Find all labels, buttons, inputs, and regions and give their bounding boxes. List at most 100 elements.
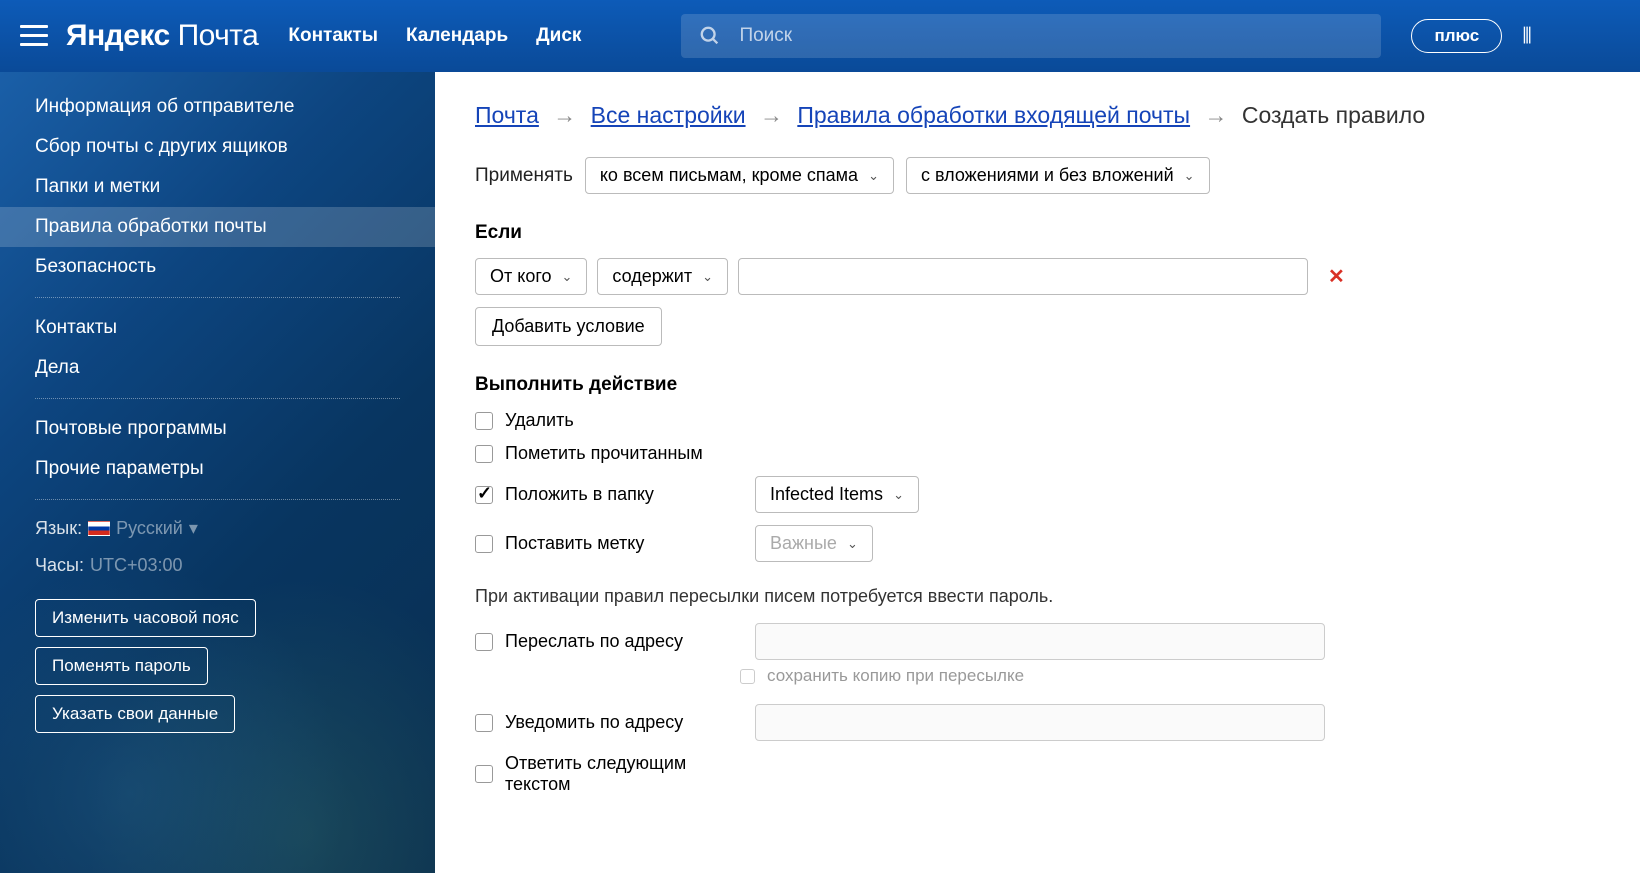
action-label-row: Поставить метку Важные ⌄ [475,525,1600,562]
main-content: Почта → Все настройки → Правила обработк… [435,72,1640,873]
chevron-down-icon: ⌄ [847,536,858,552]
condition-value-input[interactable] [738,258,1308,295]
sidebar-buttons: Изменить часовой пояс Поменять пароль Ук… [0,584,435,748]
divider [35,398,400,399]
reply-label: Ответить следующим текстом [505,753,755,795]
forward-address-input[interactable] [755,623,1325,660]
keep-copy-row: сохранить копию при пересылке [740,666,1600,686]
search-icon [699,25,721,47]
reply-checkbox[interactable] [475,765,493,783]
nav-contacts[interactable]: Контакты [288,25,378,47]
nav-calendar[interactable]: Календарь [406,25,508,47]
breadcrumb-rules[interactable]: Правила обработки входящей почты [797,102,1190,128]
move-label: Положить в папку [505,484,755,505]
header: Яндекс Почта Контакты Календарь Диск плю… [0,0,1640,72]
action-move: Положить в папку Infected Items ⌄ [475,476,1600,513]
delete-checkbox[interactable] [475,412,493,430]
clock-info: Часы: UTC+03:00 [0,547,435,584]
add-condition-button[interactable]: Добавить условие [475,307,662,346]
select-value: ко всем письмам, кроме спама [600,165,858,186]
delete-label: Удалить [505,410,755,431]
chevron-down-icon: ⌄ [702,269,713,285]
sidebar: Информация об отправителе Сбор почты с д… [0,72,435,873]
lang-label: Язык: [35,518,82,539]
services-icon[interactable]: ⦀ [1522,23,1532,49]
clock-label: Часы: [35,555,84,576]
change-password-button[interactable]: Поменять пароль [35,647,208,685]
apply-label: Применять [475,165,573,187]
label-select[interactable]: Важные ⌄ [755,525,873,562]
menu-icon[interactable] [20,25,48,47]
sidebar-item-folders[interactable]: Папки и метки [0,167,435,207]
flag-icon [88,521,110,536]
label-checkbox[interactable] [475,535,493,553]
sidebar-item-rules[interactable]: Правила обработки почты [0,207,435,247]
if-title: Если [475,222,1600,244]
nav-disk[interactable]: Диск [536,25,581,47]
forward-note: При активации правил пересылки писем пот… [475,586,1600,607]
apply-attachments-select[interactable]: с вложениями и без вложений ⌄ [906,157,1210,194]
divider [35,297,400,298]
set-personal-data-button[interactable]: Указать свои данные [35,695,235,733]
action-reply: Ответить следующим текстом [475,753,1600,795]
logo-thin: Почта [178,19,259,52]
breadcrumb-current: Создать правило [1242,102,1425,128]
sidebar-item-todo[interactable]: Дела [0,348,435,388]
condition-field-select[interactable]: От кого ⌄ [475,258,587,295]
select-value: содержит [612,266,692,287]
search-box[interactable] [681,14,1381,58]
logo[interactable]: Яндекс Почта [66,19,258,53]
select-value: От кого [490,266,552,287]
chevron-down-icon: ⌄ [1184,168,1195,184]
arrow-icon: → [553,102,576,128]
condition-row: От кого ⌄ содержит ⌄ ✕ [475,258,1600,295]
breadcrumb-settings[interactable]: Все настройки [591,102,746,128]
action-delete: Удалить [475,410,1600,431]
sidebar-item-mail-programs[interactable]: Почтовые программы [0,409,435,449]
clock-value: UTC+03:00 [90,555,183,576]
action-title: Выполнить действие [475,374,1600,396]
plus-button[interactable]: плюс [1411,19,1502,53]
sidebar-item-collect[interactable]: Сбор почты с других ящиков [0,127,435,167]
nav-links: Контакты Календарь Диск [288,25,581,47]
set-label-label: Поставить метку [505,533,755,554]
condition-operator-select[interactable]: содержит ⌄ [597,258,728,295]
action-forward: Переслать по адресу [475,623,1600,660]
mark-read-checkbox[interactable] [475,445,493,463]
chevron-down-icon: ⌄ [562,269,573,285]
chevron-down-icon: ▾ [189,518,198,539]
language-selector[interactable]: Язык: Русский ▾ [0,510,435,547]
arrow-icon: → [760,102,783,128]
keep-copy-checkbox[interactable] [740,669,755,684]
notify-checkbox[interactable] [475,714,493,732]
divider [35,499,400,500]
notify-address-input[interactable] [755,704,1325,741]
folder-select[interactable]: Infected Items ⌄ [755,476,919,513]
sidebar-item-sender-info[interactable]: Информация об отправителе [0,87,435,127]
delete-condition-icon[interactable]: ✕ [1328,264,1345,289]
lang-value: Русский [116,518,183,539]
sidebar-item-security[interactable]: Безопасность [0,247,435,287]
action-notify: Уведомить по адресу [475,704,1600,741]
action-mark-read: Пометить прочитанным [475,443,1600,464]
logo-bold: Яндекс [66,19,170,52]
sidebar-item-other[interactable]: Прочие параметры [0,449,435,489]
breadcrumb: Почта → Все настройки → Правила обработк… [475,102,1600,129]
search-input[interactable] [739,25,1363,47]
sidebar-item-contacts[interactable]: Контакты [0,308,435,348]
chevron-down-icon: ⌄ [868,168,879,184]
move-checkbox[interactable] [475,486,493,504]
keep-copy-label: сохранить копию при пересылке [767,666,1024,686]
select-value: с вложениями и без вложений [921,165,1174,186]
apply-scope-select[interactable]: ко всем письмам, кроме спама ⌄ [585,157,894,194]
notify-label: Уведомить по адресу [505,712,755,733]
chevron-down-icon: ⌄ [893,487,904,503]
change-timezone-button[interactable]: Изменить часовой пояс [35,599,256,637]
mark-read-label: Пометить прочитанным [505,443,755,464]
forward-checkbox[interactable] [475,633,493,651]
forward-label: Переслать по адресу [505,631,755,652]
select-value: Infected Items [770,484,883,505]
arrow-icon: → [1204,102,1227,128]
select-value: Важные [770,533,837,554]
breadcrumb-mail[interactable]: Почта [475,102,539,128]
